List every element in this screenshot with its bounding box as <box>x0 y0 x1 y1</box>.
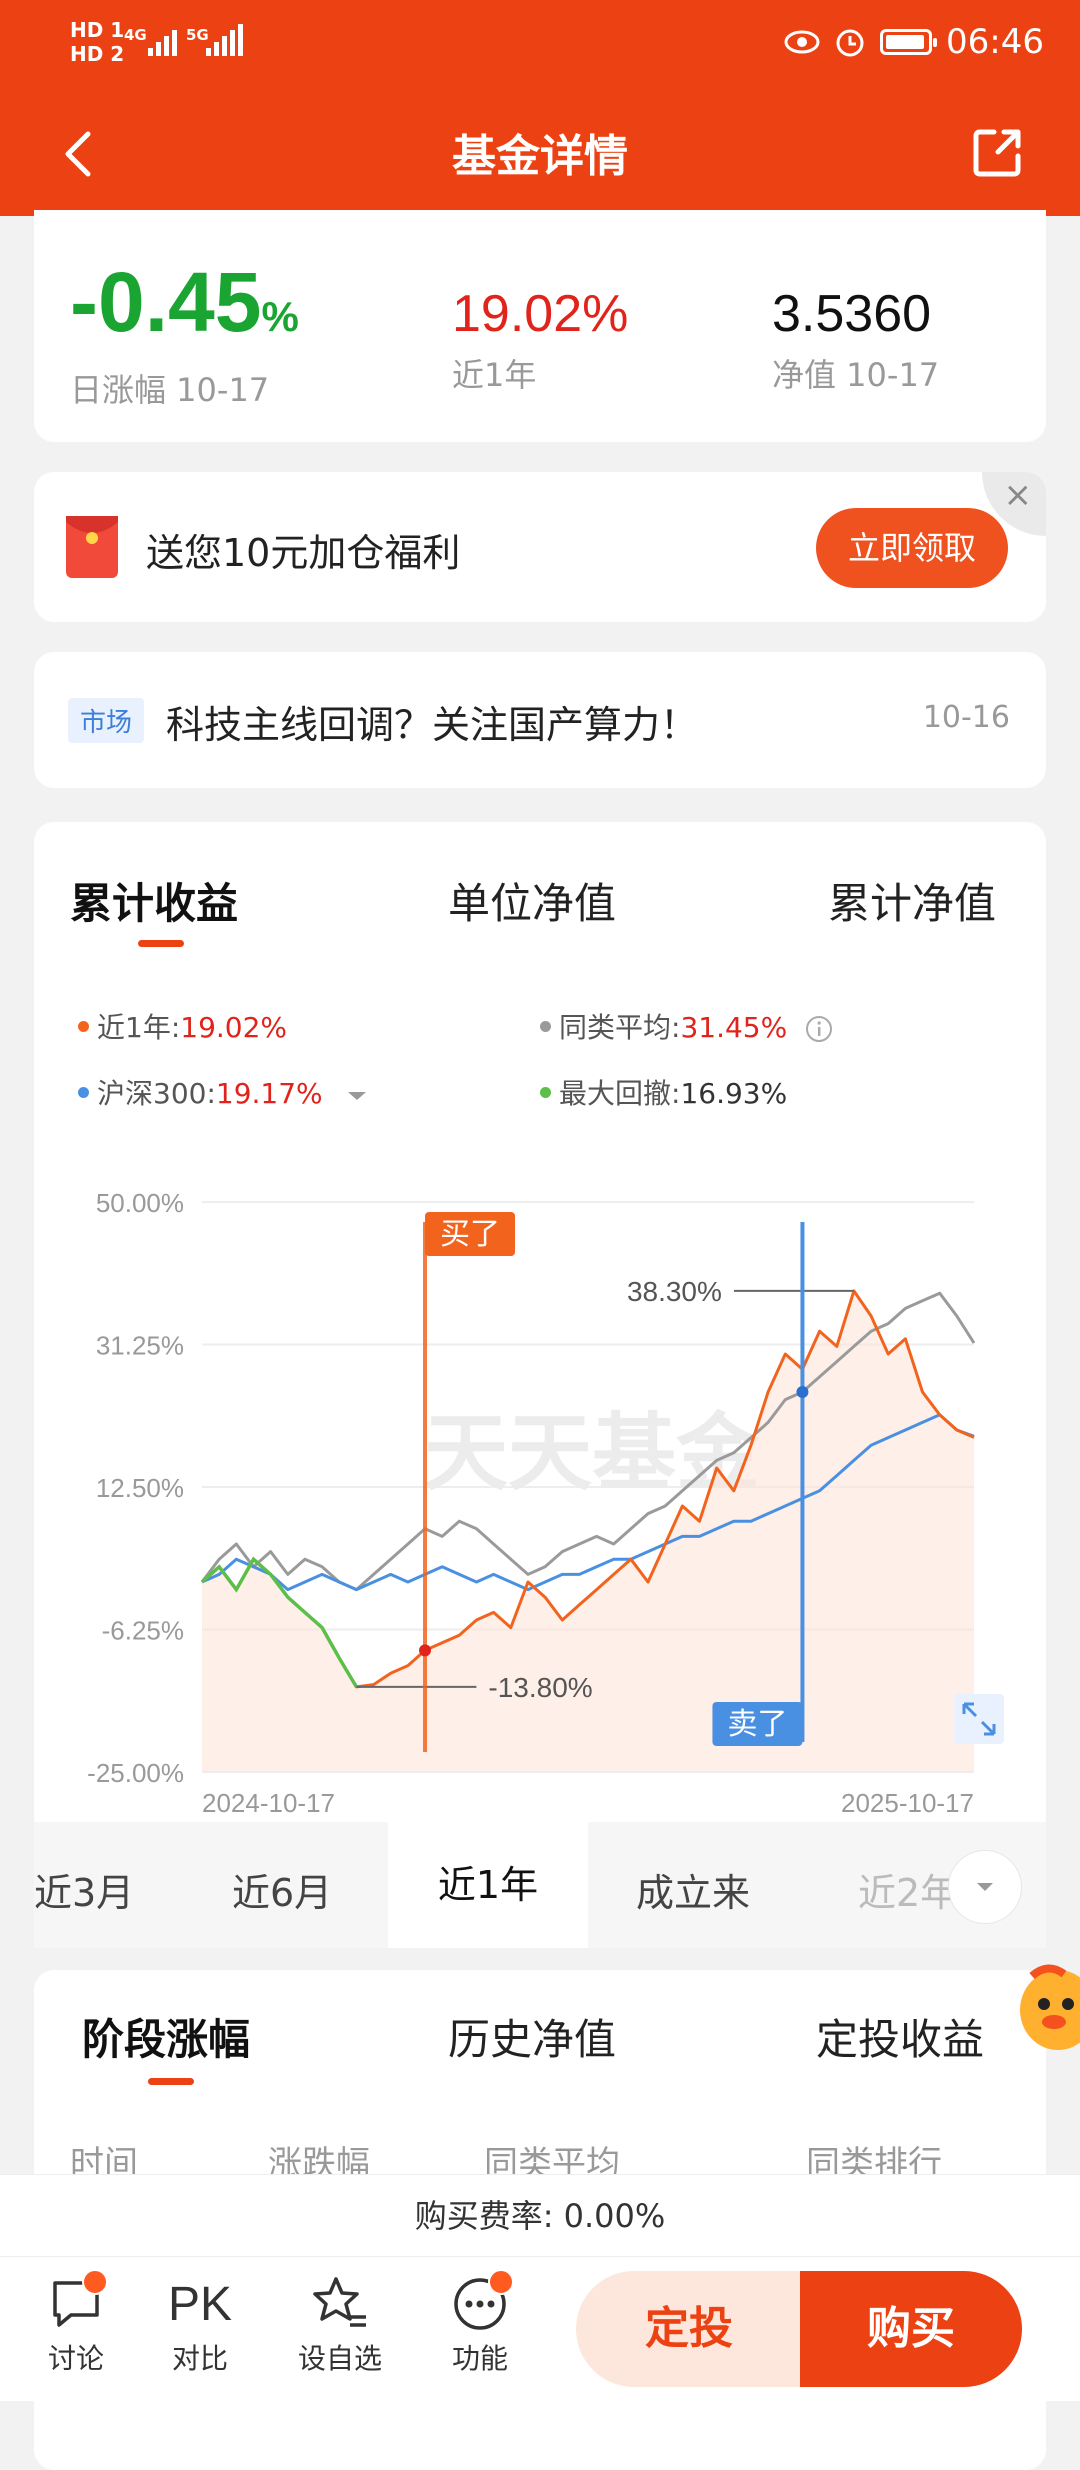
status-bar: HD 1 HD 2 4G 5G 06:46 <box>0 0 1080 92</box>
red-envelope-icon <box>66 516 118 578</box>
legend-peer: 同类平均:31.45% <box>540 1006 834 1046</box>
hd1-label: HD 1 <box>70 18 125 42</box>
active-tab-indicator <box>138 940 184 947</box>
claim-button[interactable]: 立即领取 <box>816 508 1008 588</box>
bottom-action-bar: 讨论 PK 对比 设自选 功能 定投 购买 <box>0 2256 1080 2401</box>
y-tick-label: -25.00% <box>87 1758 184 1788</box>
function-button[interactable]: 功能 <box>420 2269 540 2377</box>
discuss-label: 讨论 <box>47 2342 104 2375</box>
sip-button[interactable]: 定投 <box>576 2271 802 2387</box>
tab-unit-nav[interactable]: 单位净值 <box>448 870 616 931</box>
hd2-label: HD 2 <box>70 42 125 66</box>
eye-icon <box>784 30 820 54</box>
year-return-label: 近1年 <box>452 356 537 394</box>
x-tick-label: 2024-10-17 <box>202 1788 335 1818</box>
alarm-icon <box>836 29 864 57</box>
trough-label: -13.80% <box>488 1672 592 1703</box>
daily-change-value: -0.45% <box>70 255 299 349</box>
function-badge <box>488 2269 514 2295</box>
tab-stage-return[interactable]: 阶段涨幅 <box>82 2006 250 2067</box>
net1-label: 4G <box>124 26 147 44</box>
year-return-stat: 19.02% 近1年 <box>452 284 628 396</box>
nav-value: 3.5360 <box>772 285 932 343</box>
daily-change-stat: -0.45% 日涨幅 10-17 <box>70 260 299 411</box>
news-card[interactable]: 市场 科技主线回调？关注国产算力！ 10-16 <box>34 652 1046 788</box>
news-headline: 科技主线回调？关注国产算力！ <box>166 703 699 747</box>
compare-label: 对比 <box>171 2342 228 2375</box>
sell-point <box>796 1386 809 1398</box>
sim-indicators: HD 1 HD 2 <box>70 18 124 66</box>
signal-icon-2 <box>206 22 243 56</box>
clock: 06:46 <box>946 22 1044 62</box>
peak-label: 38.30% <box>627 1276 722 1307</box>
sell-label: 卖了 <box>727 1707 787 1742</box>
function-label: 功能 <box>451 2342 508 2375</box>
tab-cumulative-nav[interactable]: 累计净值 <box>828 870 996 931</box>
chart-card: 累计收益 单位净值 累计净值 近1年:19.02% 同类平均:31.45% 沪深… <box>34 822 1046 1948</box>
y-tick-label: -6.25% <box>102 1616 184 1646</box>
discuss-badge <box>82 2269 108 2295</box>
stage-tabs: 阶段涨幅 历史净值 定投收益 <box>34 2006 1046 2076</box>
watchlist-button[interactable]: 设自选 <box>280 2271 400 2377</box>
tab-sip-return[interactable]: 定投收益 <box>816 2006 984 2067</box>
caret-down-icon[interactable] <box>346 1089 368 1103</box>
period-more-button[interactable] <box>948 1850 1022 1924</box>
buy-label: 买了 <box>440 1217 500 1252</box>
buy-point <box>419 1644 432 1657</box>
tab-cumulative-return[interactable]: 累计收益 <box>70 870 238 931</box>
period-selector: 近3月 近6月 近1年 成立来 近2年 <box>34 1822 1046 1948</box>
fund-stats-card: -0.45% 日涨幅 10-17 19.02% 近1年 3.5360 净值 10… <box>34 210 1046 442</box>
period-3m[interactable]: 近3月 <box>34 1862 134 1917</box>
year-return-value: 19.02% <box>452 285 629 343</box>
signal-icon <box>148 22 177 56</box>
legend-drawdown: 最大回撤:16.93% <box>540 1072 787 1112</box>
info-icon[interactable] <box>804 1014 834 1044</box>
share-icon[interactable] <box>968 122 1028 182</box>
chart-tabs: 累计收益 单位净值 累计净值 <box>34 870 1046 940</box>
watchlist-label: 设自选 <box>297 2342 382 2375</box>
compare-button[interactable]: PK 对比 <box>140 2271 260 2377</box>
mascot-icon <box>1020 1964 1080 2050</box>
pk-icon: PK <box>167 2277 233 2331</box>
x-tick-label: 2025-10-17 <box>841 1788 974 1818</box>
daily-change-label: 日涨幅 10-17 <box>70 371 270 409</box>
news-date: 10-16 <box>922 700 1010 735</box>
mascot-float[interactable] <box>1018 1960 1080 2056</box>
star-list-icon <box>313 2277 366 2327</box>
legend-fund: 近1年:19.02% <box>78 1006 287 1046</box>
chevron-down-icon <box>977 1883 993 1891</box>
page-title: 基金详情 <box>452 131 628 182</box>
nav-value-label: 净值 10-17 <box>772 356 940 394</box>
y-tick-label: 12.50% <box>96 1473 184 1503</box>
stage-tab-indicator <box>148 2078 194 2085</box>
nav-value-stat: 3.5360 净值 10-17 <box>772 284 939 396</box>
promo-text: 送您10元加仓福利 <box>146 531 461 575</box>
legend-index[interactable]: 沪深300:19.17% <box>78 1072 368 1112</box>
period-2y[interactable]: 近2年 <box>858 1862 958 1917</box>
y-tick-label: 50.00% <box>96 1188 184 1218</box>
nav-bar: 基金详情 <box>0 92 1080 216</box>
discuss-button[interactable]: 讨论 <box>16 2269 136 2377</box>
news-tag: 市场 <box>68 698 145 743</box>
expand-icon[interactable] <box>954 1694 1004 1744</box>
fee-rate: 购买费率: 0.00% <box>0 2174 1080 2257</box>
period-inception[interactable]: 成立来 <box>636 1862 750 1917</box>
y-tick-label: 31.25% <box>96 1331 184 1361</box>
tab-history-nav[interactable]: 历史净值 <box>448 2006 616 2067</box>
period-6m[interactable]: 近6月 <box>232 1862 332 1917</box>
status-right: 06:46 <box>784 22 1044 62</box>
return-chart[interactable]: 50.00% 31.25% 12.50% -6.25% -25.00% 2024-10-1… <box>34 1152 1046 1822</box>
promo-card[interactable]: 送您10元加仓福利 立即领取 × <box>34 472 1046 622</box>
battery-icon <box>880 29 938 55</box>
period-1y[interactable]: 近1年 <box>388 1822 588 1948</box>
buy-button[interactable]: 购买 <box>800 2271 1022 2387</box>
